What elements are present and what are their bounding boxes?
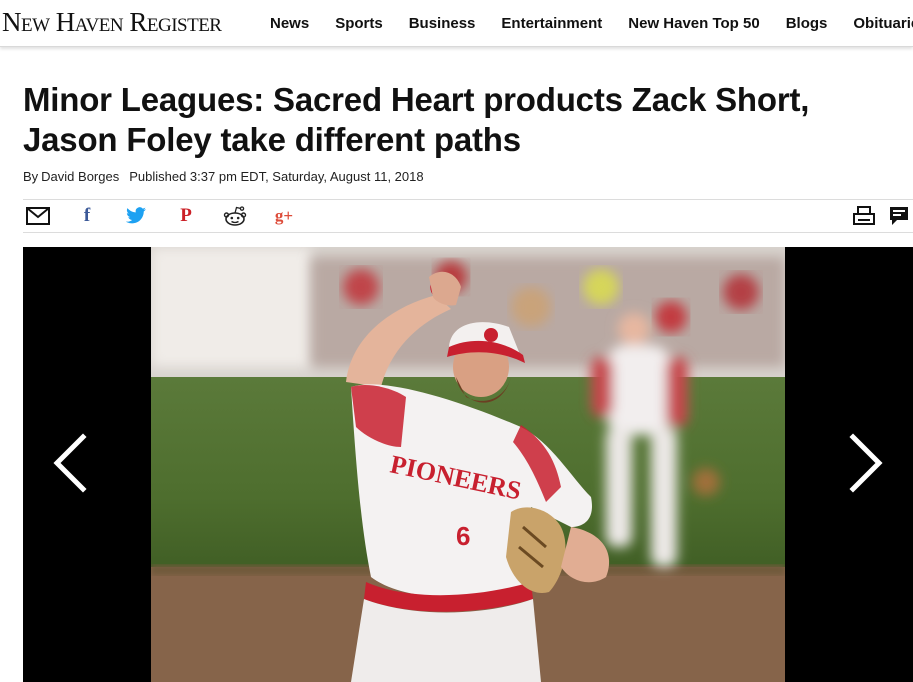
nav-news[interactable]: News (270, 15, 309, 32)
previous-photo-arrow[interactable] (51, 433, 91, 493)
email-icon[interactable] (25, 204, 51, 228)
gallery-photo[interactable]: PIONEERS 6 (151, 247, 785, 682)
site-logo[interactable]: New Haven Register (2, 6, 222, 38)
twitter-icon[interactable] (123, 204, 149, 228)
google-plus-icon[interactable]: g+ (271, 204, 297, 228)
reddit-icon[interactable] (222, 204, 248, 228)
chevron-left-icon (53, 433, 87, 493)
photo-gallery: PIONEERS 6 (23, 247, 913, 682)
nav-sports[interactable]: Sports (335, 15, 383, 32)
author-link[interactable]: David Borges (41, 169, 119, 184)
article-headline: Minor Leagues: Sacred Heart products Zac… (23, 81, 810, 158)
facebook-icon[interactable]: f (74, 204, 100, 228)
nav-blogs[interactable]: Blogs (786, 15, 828, 32)
nav-new-haven-top-50[interactable]: New Haven Top 50 (628, 15, 759, 32)
main-nav: News Sports Business Entertainment New H… (262, 0, 913, 46)
top-navigation-bar: New Haven Register News Sports Business … (0, 0, 913, 47)
print-icon[interactable] (851, 204, 877, 228)
nav-obituaries[interactable]: Obituaries (853, 15, 913, 32)
byline: By David Borges Published 3:37 pm EDT, Sat… (23, 169, 424, 184)
published-date: Published 3:37 pm EDT, Saturday, August … (129, 169, 424, 184)
chevron-right-icon (849, 433, 883, 493)
baseball-pitcher-photo: PIONEERS 6 (151, 247, 785, 682)
byline-prefix: By (23, 169, 39, 184)
pinterest-icon[interactable]: P (173, 204, 199, 228)
share-bar: f P g+ (23, 199, 913, 233)
comment-icon[interactable] (886, 204, 912, 228)
nav-entertainment[interactable]: Entertainment (501, 15, 602, 32)
next-photo-arrow[interactable] (845, 433, 885, 493)
jersey-number: 6 (456, 521, 470, 551)
nav-business[interactable]: Business (409, 15, 476, 32)
